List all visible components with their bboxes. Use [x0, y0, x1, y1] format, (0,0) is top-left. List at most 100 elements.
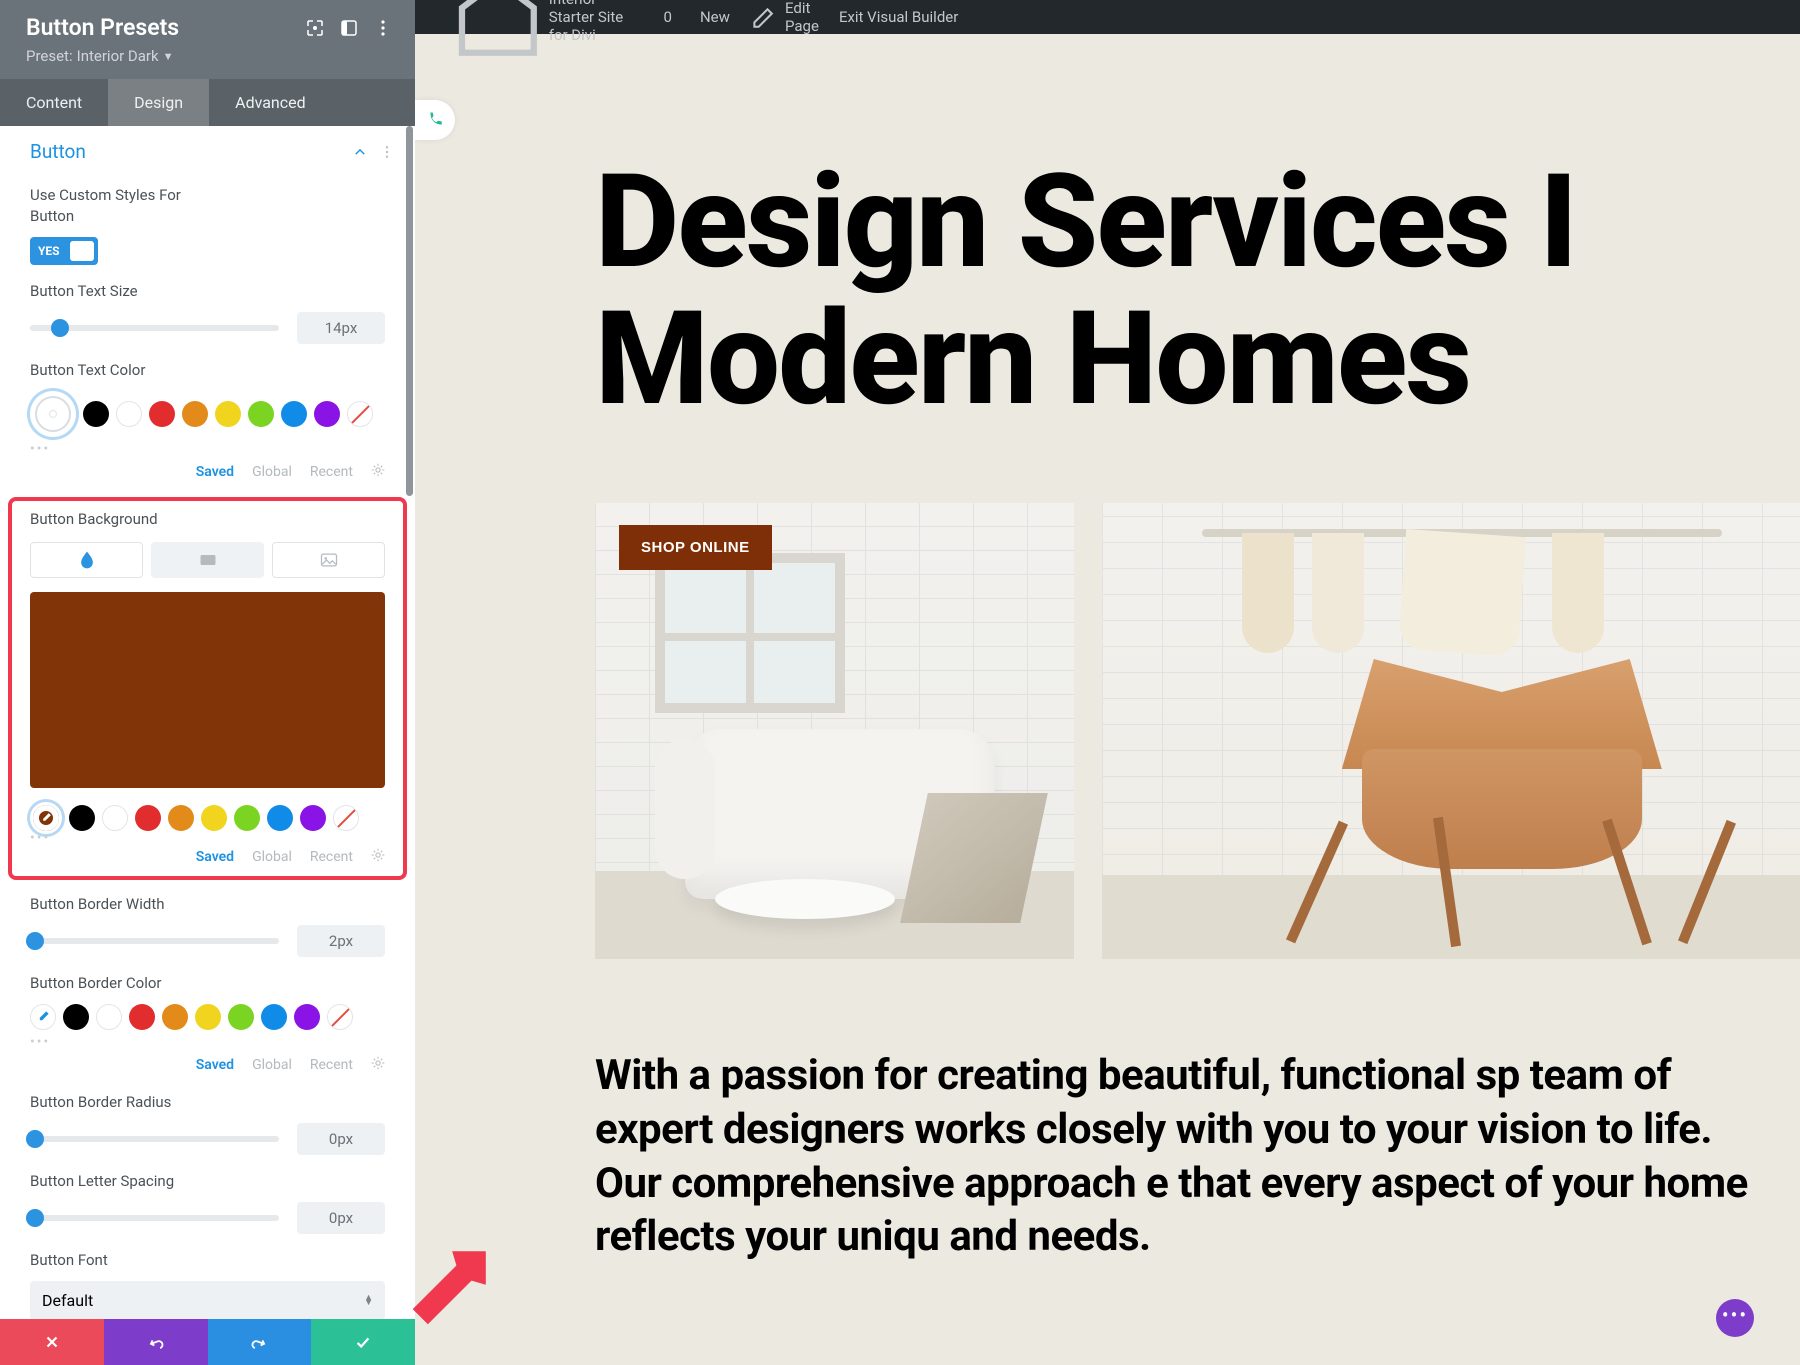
dots-border-color[interactable]: •••: [0, 1034, 415, 1050]
sofa-room-image: [595, 503, 1074, 959]
preset-selector[interactable]: Preset: Interior Dark ▼: [26, 47, 179, 65]
save-button[interactable]: [311, 1319, 415, 1365]
tab-design[interactable]: Design: [108, 79, 209, 126]
undo-button[interactable]: [104, 1319, 208, 1365]
bg-tab-gradient[interactable]: [151, 542, 264, 578]
dock-icon[interactable]: [339, 18, 359, 38]
wp-admin-bar: Interior Starter Site for Divi 0 New Edi…: [415, 0, 1800, 34]
dots-text-color[interactable]: •••: [0, 441, 415, 457]
phone-bubble[interactable]: [415, 100, 455, 140]
select-caret-icon: ▲▼: [364, 1296, 373, 1306]
redo-button[interactable]: [208, 1319, 312, 1365]
swatch-purple[interactable]: [300, 805, 326, 831]
toggle-knob: [70, 241, 94, 261]
image-card-chair: [1102, 503, 1800, 959]
bg-color-preview[interactable]: [30, 592, 385, 788]
swatch-lime[interactable]: [248, 401, 274, 427]
swatch-black[interactable]: [83, 401, 109, 427]
link-recent[interactable]: Recent: [310, 1057, 353, 1073]
letter-spacing-value[interactable]: 0px: [297, 1202, 385, 1234]
swatch-orange[interactable]: [168, 805, 194, 831]
exit-vb-label: Exit Visual Builder: [839, 8, 958, 26]
swatch-red[interactable]: [129, 1004, 155, 1030]
swatch-blue[interactable]: [281, 401, 307, 427]
link-saved[interactable]: Saved: [196, 464, 234, 480]
tab-content[interactable]: Content: [0, 79, 108, 126]
swatch-white[interactable]: [116, 401, 142, 427]
dots-bg[interactable]: •••: [30, 830, 385, 846]
swatch-yellow[interactable]: [201, 805, 227, 831]
gear-icon[interactable]: [371, 463, 385, 481]
wp-logo[interactable]: [423, 0, 443, 34]
swatch-red[interactable]: [149, 401, 175, 427]
swatch-yellow[interactable]: [215, 401, 241, 427]
focus-icon[interactable]: [305, 18, 325, 38]
swatch-purple[interactable]: [314, 401, 340, 427]
swatch-blue[interactable]: [261, 1004, 287, 1030]
slider-border-radius[interactable]: [30, 1136, 279, 1142]
link-global[interactable]: Global: [252, 1057, 292, 1073]
tab-advanced[interactable]: Advanced: [209, 79, 332, 126]
swatch-black[interactable]: [63, 1004, 89, 1030]
page-preview: Design Services I Modern Homes SHOP ONLI…: [415, 34, 1800, 1365]
link-saved[interactable]: Saved: [196, 1057, 234, 1073]
exit-vb-item[interactable]: Exit Visual Builder: [829, 0, 968, 34]
hero-heading-line2: Modern Homes: [595, 291, 1800, 428]
cancel-button[interactable]: [0, 1319, 104, 1365]
gear-icon[interactable]: [371, 1056, 385, 1074]
border-width-value[interactable]: 2px: [297, 925, 385, 957]
section-button[interactable]: Button: [0, 126, 415, 177]
swatch-red[interactable]: [135, 805, 161, 831]
comments-item[interactable]: 0: [646, 0, 684, 34]
swatch-lime[interactable]: [228, 1004, 254, 1030]
slider-thumb[interactable]: [51, 319, 69, 337]
swatch-none[interactable]: [327, 1004, 353, 1030]
gear-icon[interactable]: [371, 848, 385, 866]
caret-down-icon: ▼: [163, 50, 174, 63]
shop-online-button[interactable]: SHOP ONLINE: [619, 525, 772, 570]
link-recent[interactable]: Recent: [310, 849, 353, 865]
new-item[interactable]: New: [684, 0, 740, 34]
hero: Design Services I Modern Homes: [415, 34, 1800, 427]
swatch-black[interactable]: [69, 805, 95, 831]
swatch-none[interactable]: [347, 401, 373, 427]
slider-border-width[interactable]: [30, 938, 279, 944]
slider-text-size[interactable]: [30, 325, 279, 331]
chair-room-image: [1102, 503, 1800, 959]
swatch-purple[interactable]: [294, 1004, 320, 1030]
toggle-use-custom[interactable]: YES: [30, 237, 98, 265]
eyedropper-icon[interactable]: [30, 1004, 56, 1030]
swatch-none[interactable]: [333, 805, 359, 831]
bg-tab-color[interactable]: [30, 542, 143, 578]
slider-thumb[interactable]: [26, 1130, 44, 1148]
swatch-yellow[interactable]: [195, 1004, 221, 1030]
link-saved[interactable]: Saved: [196, 849, 234, 865]
swatch-picker-active[interactable]: [30, 391, 76, 437]
swatch-blue[interactable]: [267, 805, 293, 831]
divi-more-fab[interactable]: •••: [1716, 1299, 1754, 1337]
edit-page-item[interactable]: Edit Page: [740, 0, 829, 34]
link-global[interactable]: Global: [252, 849, 292, 865]
slider-thumb[interactable]: [26, 932, 44, 950]
text-size-value[interactable]: 14px: [297, 312, 385, 344]
swatch-lime[interactable]: [234, 805, 260, 831]
slider-letter-spacing[interactable]: [30, 1215, 279, 1221]
border-radius-value[interactable]: 0px: [297, 1123, 385, 1155]
swatch-white[interactable]: [102, 805, 128, 831]
more-icon[interactable]: [373, 18, 393, 38]
site-name-item[interactable]: Interior Starter Site for Divi: [443, 0, 646, 34]
select-button-font[interactable]: Default ▲▼: [30, 1281, 385, 1319]
bg-tab-image[interactable]: [272, 542, 385, 578]
field-button-font: Button Font Default ▲▼: [0, 1242, 415, 1319]
link-global[interactable]: Global: [252, 464, 292, 480]
chevron-up-icon[interactable]: [353, 144, 369, 160]
link-recent[interactable]: Recent: [310, 464, 353, 480]
scrollbar-thumb[interactable]: [406, 126, 413, 496]
swatch-white[interactable]: [96, 1004, 122, 1030]
sidebar-header: Button Presets Preset: Interior Dark ▼: [0, 0, 415, 79]
slider-thumb[interactable]: [26, 1209, 44, 1227]
field-button-background-highlighted: Button Background ••• Saved: [8, 497, 407, 880]
swatch-orange[interactable]: [162, 1004, 188, 1030]
section-more-icon[interactable]: [379, 144, 395, 160]
swatch-orange[interactable]: [182, 401, 208, 427]
